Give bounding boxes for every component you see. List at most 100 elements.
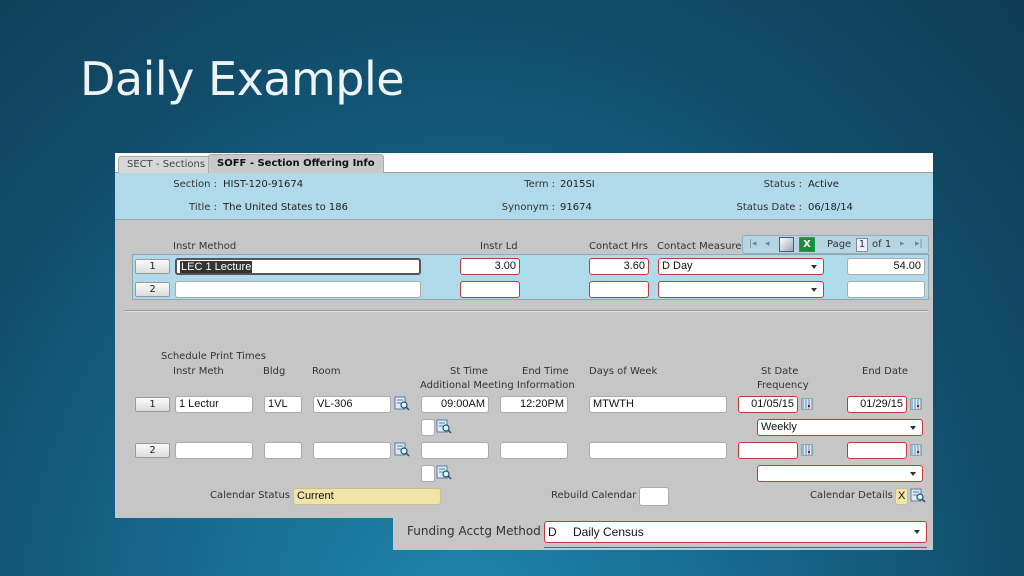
instr-ld-input-2[interactable] [460, 281, 520, 298]
room-header: Room [312, 366, 341, 377]
last-page-icon[interactable]: ▸| [915, 239, 923, 249]
funding-description: Daily Census [573, 525, 644, 539]
synonym-label: Synonym : [501, 202, 555, 213]
frequency-select-1[interactable]: Weekly [757, 419, 923, 436]
total-hours-input-1[interactable]: 54.00 [847, 258, 925, 275]
instr-method-input-1[interactable]: LEC 1 Lecture [175, 258, 421, 275]
page-of-label: of 1 [872, 239, 892, 250]
page-number-input[interactable]: 1 [856, 238, 868, 252]
st-time-input-2[interactable] [421, 442, 489, 459]
term-value: 2015SI [560, 179, 595, 190]
next-page-icon[interactable]: ▸ [900, 239, 905, 249]
frequency-select-2[interactable] [757, 465, 923, 482]
st-date-input-1[interactable]: 01/05/15 [738, 396, 798, 413]
st-date-input-2[interactable] [738, 442, 798, 459]
schedule-row-2-button[interactable]: 2 [135, 443, 170, 458]
st-time-input-1[interactable]: 09:00AM [421, 396, 489, 413]
contact-hrs-header: Contact Hrs [589, 241, 648, 252]
days-of-week-input-1[interactable]: MTWTH [589, 396, 727, 413]
sched-instr-meth-input-2[interactable] [175, 442, 253, 459]
next-field-edge [544, 547, 927, 550]
additional-info-checkbox-2[interactable] [421, 465, 435, 482]
funding-code: D [548, 525, 557, 539]
synonym-value: 91674 [560, 202, 592, 213]
end-time-input-2[interactable] [500, 442, 568, 459]
instr-method-header: Instr Method [173, 241, 237, 252]
end-date-input-2[interactable] [847, 442, 907, 459]
slide-title: Daily Example [80, 52, 405, 106]
frequency-header: Frequency [757, 380, 809, 391]
tab-soff-section-offering-info[interactable]: SOFF - Section Offering Info [208, 154, 384, 173]
chevron-down-icon [910, 426, 916, 430]
title-value: The United States to 186 [223, 202, 348, 213]
calendar-status-label: Calendar Status [210, 490, 291, 501]
days-of-week-input-2[interactable] [589, 442, 727, 459]
row-1-button[interactable]: 1 [135, 259, 170, 274]
end-date-header: End Date [862, 366, 909, 377]
chevron-down-icon [914, 530, 920, 534]
first-page-icon[interactable]: |◂ [749, 239, 757, 249]
room-lookup-icon[interactable] [394, 396, 410, 411]
contact-hrs-input-1[interactable]: 3.60 [589, 258, 649, 275]
sched-instr-meth-input-1[interactable]: 1 Lectur [175, 396, 253, 413]
calendar-details-field[interactable]: X [895, 488, 908, 505]
tab-bar: SECT - Sections SOFF - Section Offering … [115, 153, 933, 173]
end-date-calendar-icon[interactable] [910, 398, 922, 410]
end-date-input-1[interactable]: 01/29/15 [847, 396, 907, 413]
status-value: Active [808, 179, 839, 190]
status-label: Status : [763, 179, 802, 190]
bldg-input-1[interactable]: 1VL [264, 396, 302, 413]
contact-measure-header: Contact Measure [657, 241, 742, 252]
instr-method-input-2[interactable] [175, 281, 421, 298]
section-label: Section : [173, 179, 217, 190]
schedule-row-1-button[interactable]: 1 [135, 397, 170, 412]
contact-measure-select-2[interactable] [658, 281, 824, 298]
st-date-calendar-icon[interactable] [801, 398, 813, 410]
contact-measure-select-1[interactable]: D Day [658, 258, 824, 275]
st-time-header: St Time [450, 366, 488, 377]
end-date-calendar-icon[interactable] [910, 444, 922, 456]
additional-meeting-info-header: Additional Meeting Information [420, 380, 575, 391]
room-input-2[interactable] [313, 442, 391, 459]
rebuild-calendar-label: Rebuild Calendar [551, 490, 637, 501]
prev-page-icon[interactable]: ◂ [765, 239, 770, 249]
term-label: Term : [524, 179, 555, 190]
section-offering-window: SECT - Sections SOFF - Section Offering … [115, 153, 933, 518]
pager: |◂ ◂ X Page 1 of 1 ▸ ▸| [742, 235, 929, 254]
room-input-1[interactable]: VL-306 [313, 396, 391, 413]
section-divider [125, 310, 928, 312]
additional-info-lookup-icon[interactable] [436, 465, 452, 480]
calendar-status-field: Current [293, 488, 441, 505]
status-date-value: 06/18/14 [808, 202, 853, 213]
tab-sect-sections[interactable]: SECT - Sections [118, 156, 215, 173]
additional-info-lookup-icon[interactable] [436, 419, 452, 434]
rebuild-calendar-input[interactable] [639, 487, 669, 506]
section-value: HIST-120-91674 [223, 179, 304, 190]
st-date-header: St Date [761, 366, 799, 377]
st-date-calendar-icon[interactable] [801, 444, 813, 456]
chevron-down-icon [910, 472, 916, 476]
title-label: Title : [189, 202, 217, 213]
room-lookup-icon[interactable] [394, 442, 410, 457]
total-hours-input-2[interactable] [847, 281, 925, 298]
status-date-label: Status Date : [736, 202, 803, 213]
calendar-details-label: Calendar Details [810, 490, 893, 501]
chevron-down-icon [811, 288, 817, 292]
instr-ld-input-1[interactable]: 3.00 [460, 258, 520, 275]
chevron-down-icon [811, 265, 817, 269]
blank-page-icon[interactable] [779, 237, 794, 252]
funding-acctg-method-select[interactable]: D Daily Census [544, 521, 927, 543]
instr-method-grid: 1 LEC 1 Lecture 3.00 3.60 D Day 54.00 2 [132, 254, 929, 300]
excel-export-icon[interactable]: X [799, 237, 815, 252]
bldg-input-2[interactable] [264, 442, 302, 459]
page-label: Page [827, 239, 852, 250]
additional-info-checkbox-1[interactable] [421, 419, 435, 436]
schedule-print-times-label: Schedule Print Times [161, 351, 266, 362]
end-time-input-1[interactable]: 12:20PM [500, 396, 568, 413]
section-header: Section : HIST-120-91674 Title : The Uni… [115, 173, 933, 220]
instr-ld-header: Instr Ld [480, 241, 518, 252]
contact-hrs-input-2[interactable] [589, 281, 649, 298]
end-time-header: End Time [522, 366, 569, 377]
calendar-details-lookup-icon[interactable] [910, 488, 926, 503]
row-2-button[interactable]: 2 [135, 282, 170, 297]
